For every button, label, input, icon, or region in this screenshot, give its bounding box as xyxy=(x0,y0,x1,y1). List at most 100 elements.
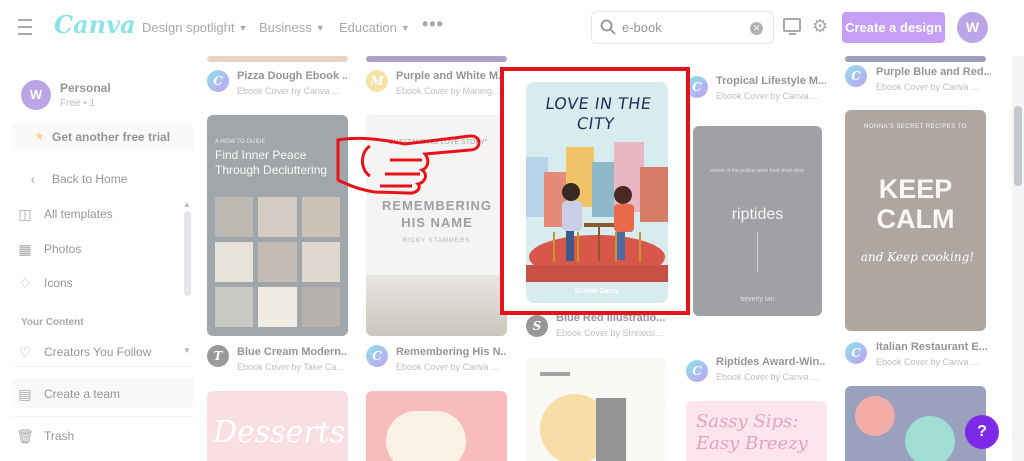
card-kicker: winner of the pulitzer prize best short … xyxy=(710,168,804,174)
create-design-button[interactable]: Create a design xyxy=(842,12,945,43)
card-cover-title: riptides xyxy=(731,206,784,223)
back-label: Back to Home xyxy=(52,172,128,186)
card-author: Ebook Cover by Streaksi... xyxy=(556,328,663,338)
book-title: LOVE IN THE CITY xyxy=(526,94,668,134)
pointing-hand-icon xyxy=(336,134,481,195)
page-scrollbar[interactable] xyxy=(1012,56,1024,461)
template-card[interactable] xyxy=(845,56,986,62)
card-title[interactable]: Purple and White M... xyxy=(396,70,506,82)
sidebar-item-label: Icons xyxy=(44,276,73,290)
landscape-image xyxy=(366,275,507,336)
help-button[interactable]: ? xyxy=(965,415,999,449)
template-card-declutter[interactable]: A HOW TO GUIDE Find Inner Peace Through … xyxy=(207,115,348,336)
chevron-down-icon: ▼ xyxy=(315,22,325,33)
top-bar: Canva Design spotlight ▼ Business ▼ Educat… xyxy=(0,0,1024,56)
nav-education[interactable]: Education ▼ xyxy=(339,20,410,35)
sidebar-item-label: Creators You Follow xyxy=(44,345,152,359)
book-author: Estelle Darcy xyxy=(575,288,619,295)
creator-avatar: S xyxy=(526,315,548,337)
photo-icon: ▦ xyxy=(18,241,32,257)
chevron-down-icon: ▼ xyxy=(400,22,410,33)
title-line: LOVE IN THE xyxy=(544,94,653,113)
building-icon: ▤ xyxy=(18,386,32,402)
creator-avatar: C xyxy=(366,345,388,367)
scrollbar-thumb[interactable] xyxy=(1014,106,1022,186)
card-title[interactable]: Tropical Lifestyle M... xyxy=(716,75,826,87)
template-card-sassy-sips[interactable]: Sassy Sips: Easy Breezy xyxy=(686,401,827,461)
template-card-riptides[interactable]: winner of the pulitzer prize best short … xyxy=(693,126,822,316)
canva-logo[interactable]: Canva xyxy=(54,10,136,39)
card-author: Ebook Cover by Maning... xyxy=(396,86,500,96)
template-card[interactable] xyxy=(366,391,507,461)
creator-avatar: C xyxy=(686,360,708,382)
sidebar-item-photos[interactable]: ▦ Photos xyxy=(16,241,81,257)
nav-label: Business xyxy=(259,20,312,35)
sidebar-item-label: Photos xyxy=(44,242,82,256)
shape xyxy=(855,396,895,436)
shape xyxy=(386,411,466,461)
account-plan: Free • 1 xyxy=(60,98,96,109)
search-input[interactable]: e-book ✕ xyxy=(591,11,774,44)
sidebar-item-all-templates[interactable]: ◫ All templates xyxy=(16,206,113,222)
card-cover-title: Find Inner Peace Through Decluttering xyxy=(215,148,328,177)
card-title[interactable]: Blue Cream Modern... xyxy=(237,346,347,358)
template-card[interactable] xyxy=(207,56,348,62)
back-to-home[interactable]: ‹ Back to Home xyxy=(24,171,128,187)
card-title[interactable]: Purple Blue and Red... xyxy=(876,66,991,78)
template-card-love-in-the-city[interactable]: LOVE IN THE CITY Estelle Darcy xyxy=(526,82,668,303)
template-card-desserts[interactable]: Desserts xyxy=(207,391,348,461)
creator-avatar: C xyxy=(207,70,229,92)
card-title[interactable]: Italian Restaurant E... xyxy=(876,341,991,353)
creator-avatar: T xyxy=(207,345,229,367)
free-trial-button[interactable]: ★ Get another free trial xyxy=(12,123,194,151)
card-title[interactable]: Riptides Award-Win... xyxy=(716,356,826,368)
card-title[interactable]: Pizza Dough Ebook ... xyxy=(237,70,347,82)
section-heading: Your Content xyxy=(21,317,84,328)
card-kicker: NONNA'S SECRET RECIPES TO xyxy=(863,124,967,130)
title-line: CITY xyxy=(575,114,616,133)
account-avatar[interactable]: W xyxy=(21,80,51,110)
card-cover-title: Desserts xyxy=(213,415,346,450)
card-cover-author: beverly tan xyxy=(740,296,775,303)
sidebar-item-icons[interactable]: ♢ Icons xyxy=(16,275,73,291)
sidebar-item-label: Create a team xyxy=(44,387,121,401)
card-author: Ebook Cover by Canva ... xyxy=(876,357,979,367)
search-value: e-book xyxy=(622,20,662,35)
more-icon[interactable]: ••• xyxy=(422,14,444,35)
template-card[interactable] xyxy=(526,358,667,461)
divider xyxy=(12,416,194,417)
nav-business[interactable]: Business ▼ xyxy=(259,20,325,35)
city-illustration xyxy=(526,142,668,282)
account-name[interactable]: Personal xyxy=(60,81,111,95)
scroll-up-icon[interactable]: ▲ xyxy=(183,200,191,209)
card-author: Ebook Cover by Canva ... xyxy=(716,372,819,382)
shape xyxy=(540,372,570,376)
card-cover-title: REMEMBERING HIS NAME xyxy=(382,198,492,230)
card-author: Ebook Cover by Canva ... xyxy=(716,91,819,101)
nav-design-spotlight[interactable]: Design spotlight ▼ xyxy=(142,20,247,35)
sidebar-item-team[interactable]: ▤ Create a team xyxy=(16,386,120,402)
card-title[interactable]: Remembering His N... xyxy=(396,346,506,358)
sidebar-item-label: All templates xyxy=(44,207,113,221)
clear-search-icon[interactable]: ✕ xyxy=(750,22,763,35)
creator-avatar: M xyxy=(366,70,388,92)
monitor-icon[interactable] xyxy=(783,18,801,35)
sidebar-item-trash[interactable]: 🗑 Trash xyxy=(16,428,74,444)
template-card[interactable] xyxy=(366,56,507,62)
template-card-keep-calm[interactable]: NONNA'S SECRET RECIPES TO KEEP CALM and … xyxy=(845,110,986,331)
silhouette xyxy=(596,398,626,461)
gear-icon[interactable]: ⚙ xyxy=(812,16,828,37)
sidebar-item-creators[interactable]: ♡ Creators You Follow xyxy=(16,344,152,360)
creator-avatar: C xyxy=(845,342,867,364)
search-icon xyxy=(600,19,616,35)
divider xyxy=(12,366,194,367)
scroll-down-icon[interactable]: ▼ xyxy=(183,346,191,355)
card-author: Ebook Cover by Canva ... xyxy=(396,362,499,372)
menu-icon[interactable] xyxy=(18,19,38,37)
sidebar-item-label: Trash xyxy=(44,429,75,443)
chevron-left-icon: ‹ xyxy=(30,171,36,187)
card-cover-author: RICKY STAMMERS xyxy=(402,238,471,244)
avatar[interactable]: W xyxy=(957,12,988,43)
template-card[interactable] xyxy=(845,386,986,461)
sidebar-scrollbar[interactable] xyxy=(184,211,191,296)
